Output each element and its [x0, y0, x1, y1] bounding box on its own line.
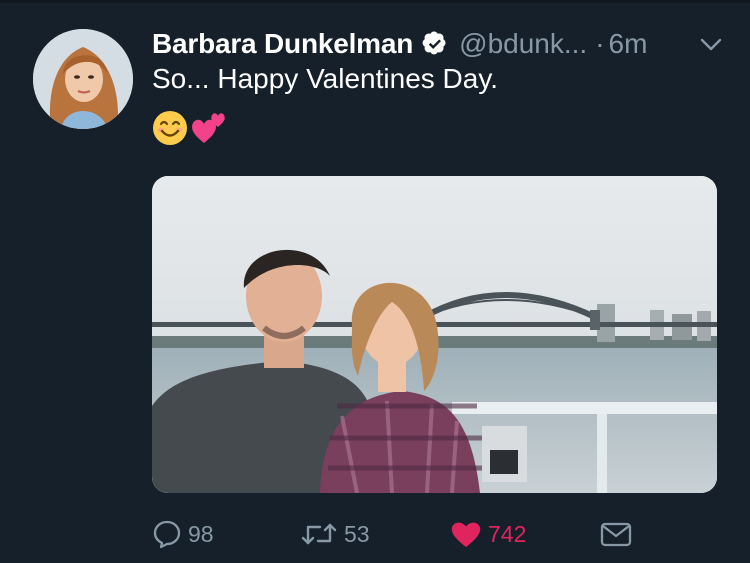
direct-message-button[interactable]	[600, 512, 632, 556]
tweet-actions: 98 53 742	[152, 512, 732, 556]
tweet-header: Barbara Dunkelman @bdunk... · 6m	[152, 24, 732, 64]
like-button[interactable]: 742	[450, 512, 526, 556]
tweet-photo[interactable]	[152, 176, 717, 493]
timestamp[interactable]: 6m	[609, 28, 648, 60]
two-hearts-emoji	[192, 113, 225, 143]
retweet-icon	[301, 523, 337, 545]
tweet-emojis	[152, 108, 228, 148]
reply-button[interactable]: 98	[152, 512, 214, 556]
reply-bubble-icon	[153, 520, 181, 549]
retweet-button[interactable]: 53	[300, 512, 370, 556]
tweet-text: So... Happy Valentines Day.	[152, 63, 499, 94]
tweet-card[interactable]: Barbara Dunkelman @bdunk... · 6m So... H…	[0, 0, 750, 563]
heart-icon	[451, 522, 481, 547]
reply-count: 98	[188, 520, 214, 547]
avatar[interactable]	[33, 29, 133, 129]
separator-dot: ·	[595, 28, 605, 59]
verified-badge-icon	[422, 31, 446, 55]
retweet-count: 53	[344, 520, 370, 547]
smiling-face-emoji	[153, 111, 187, 145]
chevron-down-icon[interactable]	[698, 34, 724, 54]
envelope-icon	[600, 522, 632, 547]
like-count: 742	[488, 520, 527, 547]
author-handle[interactable]: @bdunk...	[459, 28, 587, 60]
author-name[interactable]: Barbara Dunkelman	[152, 28, 413, 60]
